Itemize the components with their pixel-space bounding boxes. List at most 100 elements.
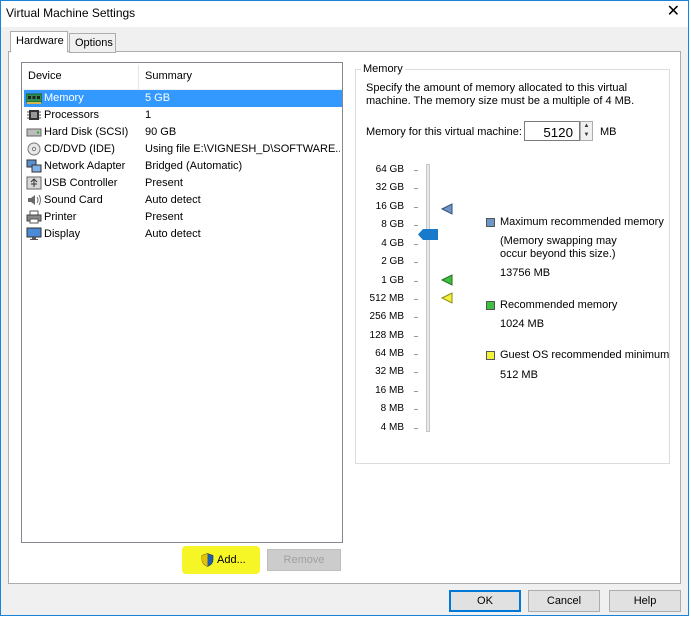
guest-os-minimum-label: Guest OS recommended minimum [500, 349, 670, 361]
scale-tick [414, 336, 418, 337]
spin-up-icon[interactable]: ▲ [581, 122, 592, 131]
scale-tick [414, 244, 418, 245]
max-recommended-swatch [486, 218, 495, 227]
scale-tick [414, 409, 418, 410]
scale-tick [414, 207, 418, 208]
memory-slider-thumb[interactable] [418, 229, 438, 240]
device-name: CD/DVD (IDE) [44, 143, 115, 155]
recommended-value: 1024 MB [500, 318, 545, 330]
memory-size-input[interactable] [524, 121, 580, 141]
memory-icon [26, 93, 42, 104]
ok-button-label: OK [477, 595, 493, 607]
column-separator [138, 65, 139, 89]
scale-label: 1 GB [381, 275, 404, 286]
column-header-device[interactable]: Device [28, 70, 62, 82]
device-summary: Using file E:\VIGNESH_D\SOFTWARE... [145, 143, 340, 155]
device-list[interactable]: Device Summary Memory 5 GB Processors 1 … [21, 62, 343, 543]
memory-description: Specify the amount of memory allocated t… [366, 82, 635, 107]
guest-os-minimum-marker [441, 292, 453, 304]
memory-slider-track[interactable] [426, 164, 430, 432]
recommended-marker [441, 274, 453, 286]
device-row-usb-controller[interactable]: USB Controller Present [24, 175, 342, 192]
device-name: Memory [44, 92, 84, 104]
device-row-network-adapter[interactable]: Network Adapter Bridged (Automatic) [24, 158, 342, 175]
add-button[interactable]: Add... [186, 549, 258, 571]
device-row-sound-card[interactable]: Sound Card Auto detect [24, 192, 342, 209]
device-row-cd-dvd[interactable]: CD/DVD (IDE) Using file E:\VIGNESH_D\SOF… [24, 141, 342, 158]
scale-label: 128 MB [369, 330, 404, 341]
device-row-hard-disk[interactable]: Hard Disk (SCSI) 90 GB [24, 124, 342, 141]
device-name: Hard Disk (SCSI) [44, 126, 129, 138]
scale-tick [414, 281, 418, 282]
processor-icon [27, 110, 41, 120]
scale-label: 32 GB [375, 182, 404, 193]
scale-tick [414, 170, 418, 171]
device-name: Printer [44, 211, 77, 223]
scale-label: 64 GB [375, 164, 404, 175]
memory-unit-label: MB [600, 126, 617, 138]
shield-icon [201, 553, 214, 567]
scale-label: 2 GB [381, 256, 404, 267]
ok-button[interactable]: OK [449, 590, 521, 612]
cd-dvd-icon [27, 142, 41, 156]
tab-options[interactable]: Options [69, 33, 116, 53]
scale-label: 64 MB [375, 348, 404, 359]
hard-disk-icon [26, 128, 42, 137]
device-name: Processors [44, 109, 100, 121]
device-row-memory[interactable]: Memory 5 GB [24, 90, 342, 107]
network-adapter-icon [26, 159, 42, 173]
cancel-button[interactable]: Cancel [528, 590, 600, 612]
scale-label: 16 MB [375, 385, 404, 396]
device-name: USB Controller [44, 177, 118, 189]
device-summary: Auto detect [145, 194, 201, 206]
display-icon [26, 227, 42, 240]
memory-group-title: Memory [361, 63, 405, 75]
tab-options-label: Options [75, 37, 113, 49]
scale-label: 8 MB [380, 403, 404, 414]
cancel-button-label: Cancel [546, 595, 582, 607]
help-button-label: Help [633, 595, 657, 607]
add-button-label: Add... [217, 554, 246, 566]
device-summary: Present [145, 177, 183, 189]
title-bar: Virtual Machine Settings ✕ [1, 1, 688, 27]
max-recommended-value: 13756 MB [500, 267, 551, 279]
scale-label: 8 GB [381, 219, 404, 230]
help-button[interactable]: Help [609, 590, 681, 612]
device-row-display[interactable]: Display Auto detect [24, 226, 342, 243]
device-row-processors[interactable]: Processors 1 [24, 107, 342, 124]
column-header-summary[interactable]: Summary [145, 70, 192, 82]
device-name: Display [44, 228, 81, 240]
device-summary: 90 GB [145, 126, 177, 138]
scale-tick [414, 299, 418, 300]
guest-os-minimum-swatch [486, 351, 495, 360]
scale-label: 4 MB [380, 422, 404, 433]
scale-tick [414, 391, 418, 392]
scale-tick [414, 354, 418, 355]
spin-down-icon[interactable]: ▼ [581, 131, 592, 140]
device-row-printer[interactable]: Printer Present [24, 209, 342, 226]
window-title: Virtual Machine Settings [6, 6, 136, 20]
sound-card-icon [28, 194, 41, 206]
remove-button[interactable]: Remove [267, 549, 341, 571]
usb-icon [26, 176, 42, 190]
scale-tick [414, 225, 418, 226]
close-icon[interactable]: ✕ [667, 3, 680, 21]
scale-label: 512 MB [369, 293, 404, 304]
scale-label: 4 GB [381, 238, 404, 249]
device-summary: Present [145, 211, 183, 223]
guest-os-minimum-value: 512 MB [500, 369, 538, 381]
scale-label: 32 MB [375, 366, 404, 377]
device-summary: Auto detect [145, 228, 201, 240]
tab-hardware-label: Hardware [16, 35, 64, 47]
tab-hardware[interactable]: Hardware [10, 31, 68, 53]
printer-icon [26, 210, 42, 224]
max-recommended-note: (Memory swapping may occur beyond this s… [500, 235, 617, 260]
scale-tick [414, 372, 418, 373]
max-recommended-label: Maximum recommended memory [500, 216, 664, 228]
device-summary: 5 GB [145, 92, 171, 104]
scale-tick [414, 262, 418, 263]
remove-button-label: Remove [283, 554, 325, 566]
memory-spinner[interactable]: ▲ ▼ [580, 121, 593, 141]
device-summary: Bridged (Automatic) [145, 160, 243, 172]
scale-label: 256 MB [369, 311, 404, 322]
